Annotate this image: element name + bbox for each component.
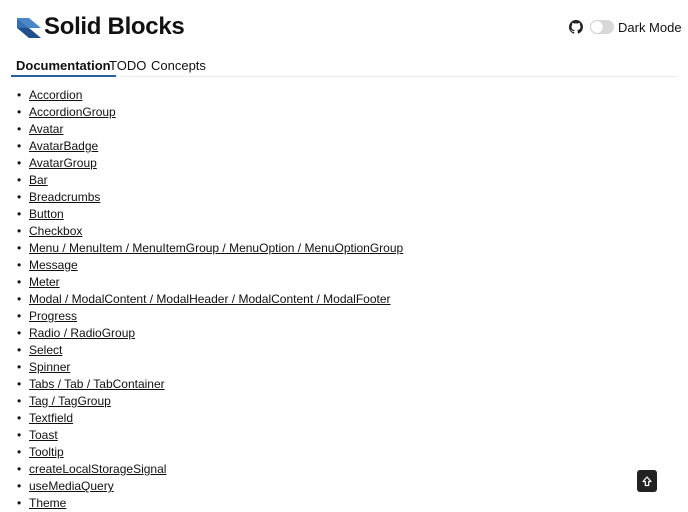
bullet: • bbox=[17, 360, 22, 374]
bullet: • bbox=[17, 462, 22, 476]
layers-icon[interactable] bbox=[17, 18, 41, 38]
link-tooltip[interactable]: Tooltip bbox=[29, 445, 64, 459]
list-item: • Textfield bbox=[17, 410, 403, 427]
bullet: • bbox=[17, 207, 22, 221]
link-tag[interactable]: Tag / TagGroup bbox=[29, 394, 111, 408]
list-item: • Bar bbox=[17, 172, 403, 189]
list-item: • AvatarBadge bbox=[17, 138, 403, 155]
bullet: • bbox=[17, 326, 22, 340]
link-use-media-query[interactable]: useMediaQuery bbox=[29, 479, 114, 493]
list-item: • useMediaQuery bbox=[17, 478, 403, 495]
link-textfield[interactable]: Textfield bbox=[29, 411, 73, 425]
tab-concepts[interactable]: Concepts bbox=[146, 58, 211, 75]
bullet: • bbox=[17, 394, 22, 408]
link-tabs[interactable]: Tabs / Tab / TabContainer bbox=[29, 377, 165, 391]
bullet: • bbox=[17, 173, 22, 187]
bullet: • bbox=[17, 428, 22, 442]
link-progress[interactable]: Progress bbox=[29, 309, 77, 323]
list-item: • Accordion bbox=[17, 87, 403, 104]
list-item: • Message bbox=[17, 257, 403, 274]
list-item: • Checkbox bbox=[17, 223, 403, 240]
link-spinner[interactable]: Spinner bbox=[29, 360, 70, 374]
list-item: • Tag / TagGroup bbox=[17, 393, 403, 410]
list-item: • Meter bbox=[17, 274, 403, 291]
bullet: • bbox=[17, 224, 22, 238]
link-meter[interactable]: Meter bbox=[29, 275, 60, 289]
link-avatar[interactable]: Avatar bbox=[29, 122, 63, 136]
component-list: • Accordion • AccordionGroup • Avatar • Avat… bbox=[17, 87, 403, 512]
bullet: • bbox=[17, 411, 22, 425]
list-item: • Breadcrumbs bbox=[17, 189, 403, 206]
list-item: • Tabs / Tab / TabContainer bbox=[17, 376, 403, 393]
brand-title[interactable]: Solid Blocks bbox=[44, 13, 185, 41]
bullet: • bbox=[17, 241, 22, 255]
link-toast[interactable]: Toast bbox=[29, 428, 58, 442]
link-menu[interactable]: Menu / MenuItem / MenuItemGroup / MenuOp… bbox=[29, 241, 403, 255]
list-item: • Progress bbox=[17, 308, 403, 325]
link-select[interactable]: Select bbox=[29, 343, 62, 357]
bullet: • bbox=[17, 309, 22, 323]
toggle-knob bbox=[591, 21, 603, 33]
list-item: • Avatar bbox=[17, 121, 403, 138]
tab-bar: Documentation TODO Concepts bbox=[11, 56, 677, 77]
scroll-to-top-button[interactable] bbox=[637, 470, 657, 492]
github-icon[interactable] bbox=[569, 20, 583, 34]
dark-mode-toggle[interactable] bbox=[590, 20, 614, 34]
bullet: • bbox=[17, 88, 22, 102]
list-item: • Toast bbox=[17, 427, 403, 444]
bullet: • bbox=[17, 105, 22, 119]
link-modal[interactable]: Modal / ModalContent / ModalHeader / Mod… bbox=[29, 292, 391, 306]
link-radio[interactable]: Radio / RadioGroup bbox=[29, 326, 135, 340]
bullet: • bbox=[17, 292, 22, 306]
tab-todo[interactable]: TODO bbox=[104, 58, 151, 75]
bullet: • bbox=[17, 139, 22, 153]
list-item: • AccordionGroup bbox=[17, 104, 403, 121]
bullet: • bbox=[17, 122, 22, 136]
list-item: • Theme bbox=[17, 495, 403, 512]
list-item: • createLocalStorageSignal bbox=[17, 461, 403, 478]
bullet: • bbox=[17, 479, 22, 493]
list-item: • Tooltip bbox=[17, 444, 403, 461]
link-accordion[interactable]: Accordion bbox=[29, 88, 82, 102]
link-avatar-group[interactable]: AvatarGroup bbox=[29, 156, 97, 170]
list-item: • Menu / MenuItem / MenuItemGroup / MenuO… bbox=[17, 240, 403, 257]
dark-mode-label[interactable]: Dark Mode bbox=[618, 20, 682, 35]
bullet: • bbox=[17, 275, 22, 289]
link-avatar-badge[interactable]: AvatarBadge bbox=[29, 139, 98, 153]
link-message[interactable]: Message bbox=[29, 258, 78, 272]
link-checkbox[interactable]: Checkbox bbox=[29, 224, 82, 238]
bullet: • bbox=[17, 190, 22, 204]
bullet: • bbox=[17, 377, 22, 391]
list-item: • Radio / RadioGroup bbox=[17, 325, 403, 342]
link-breadcrumbs[interactable]: Breadcrumbs bbox=[29, 190, 100, 204]
bullet: • bbox=[17, 258, 22, 272]
link-accordion-group[interactable]: AccordionGroup bbox=[29, 105, 116, 119]
link-theme[interactable]: Theme bbox=[29, 496, 66, 510]
link-bar[interactable]: Bar bbox=[29, 173, 48, 187]
list-item: • AvatarGroup bbox=[17, 155, 403, 172]
bullet: • bbox=[17, 156, 22, 170]
list-item: • Modal / ModalContent / ModalHeader / Mo… bbox=[17, 291, 403, 308]
header: Solid Blocks Dark Mode bbox=[0, 0, 688, 56]
link-button[interactable]: Button bbox=[29, 207, 64, 221]
list-item: • Button bbox=[17, 206, 403, 223]
bullet: • bbox=[17, 445, 22, 459]
list-item: • Select bbox=[17, 342, 403, 359]
arrow-up-icon bbox=[642, 475, 652, 486]
bullet: • bbox=[17, 343, 22, 357]
tab-documentation[interactable]: Documentation bbox=[11, 58, 116, 77]
list-item: • Spinner bbox=[17, 359, 403, 376]
link-create-local-storage-signal[interactable]: createLocalStorageSignal bbox=[29, 462, 166, 476]
bullet: • bbox=[17, 496, 22, 510]
